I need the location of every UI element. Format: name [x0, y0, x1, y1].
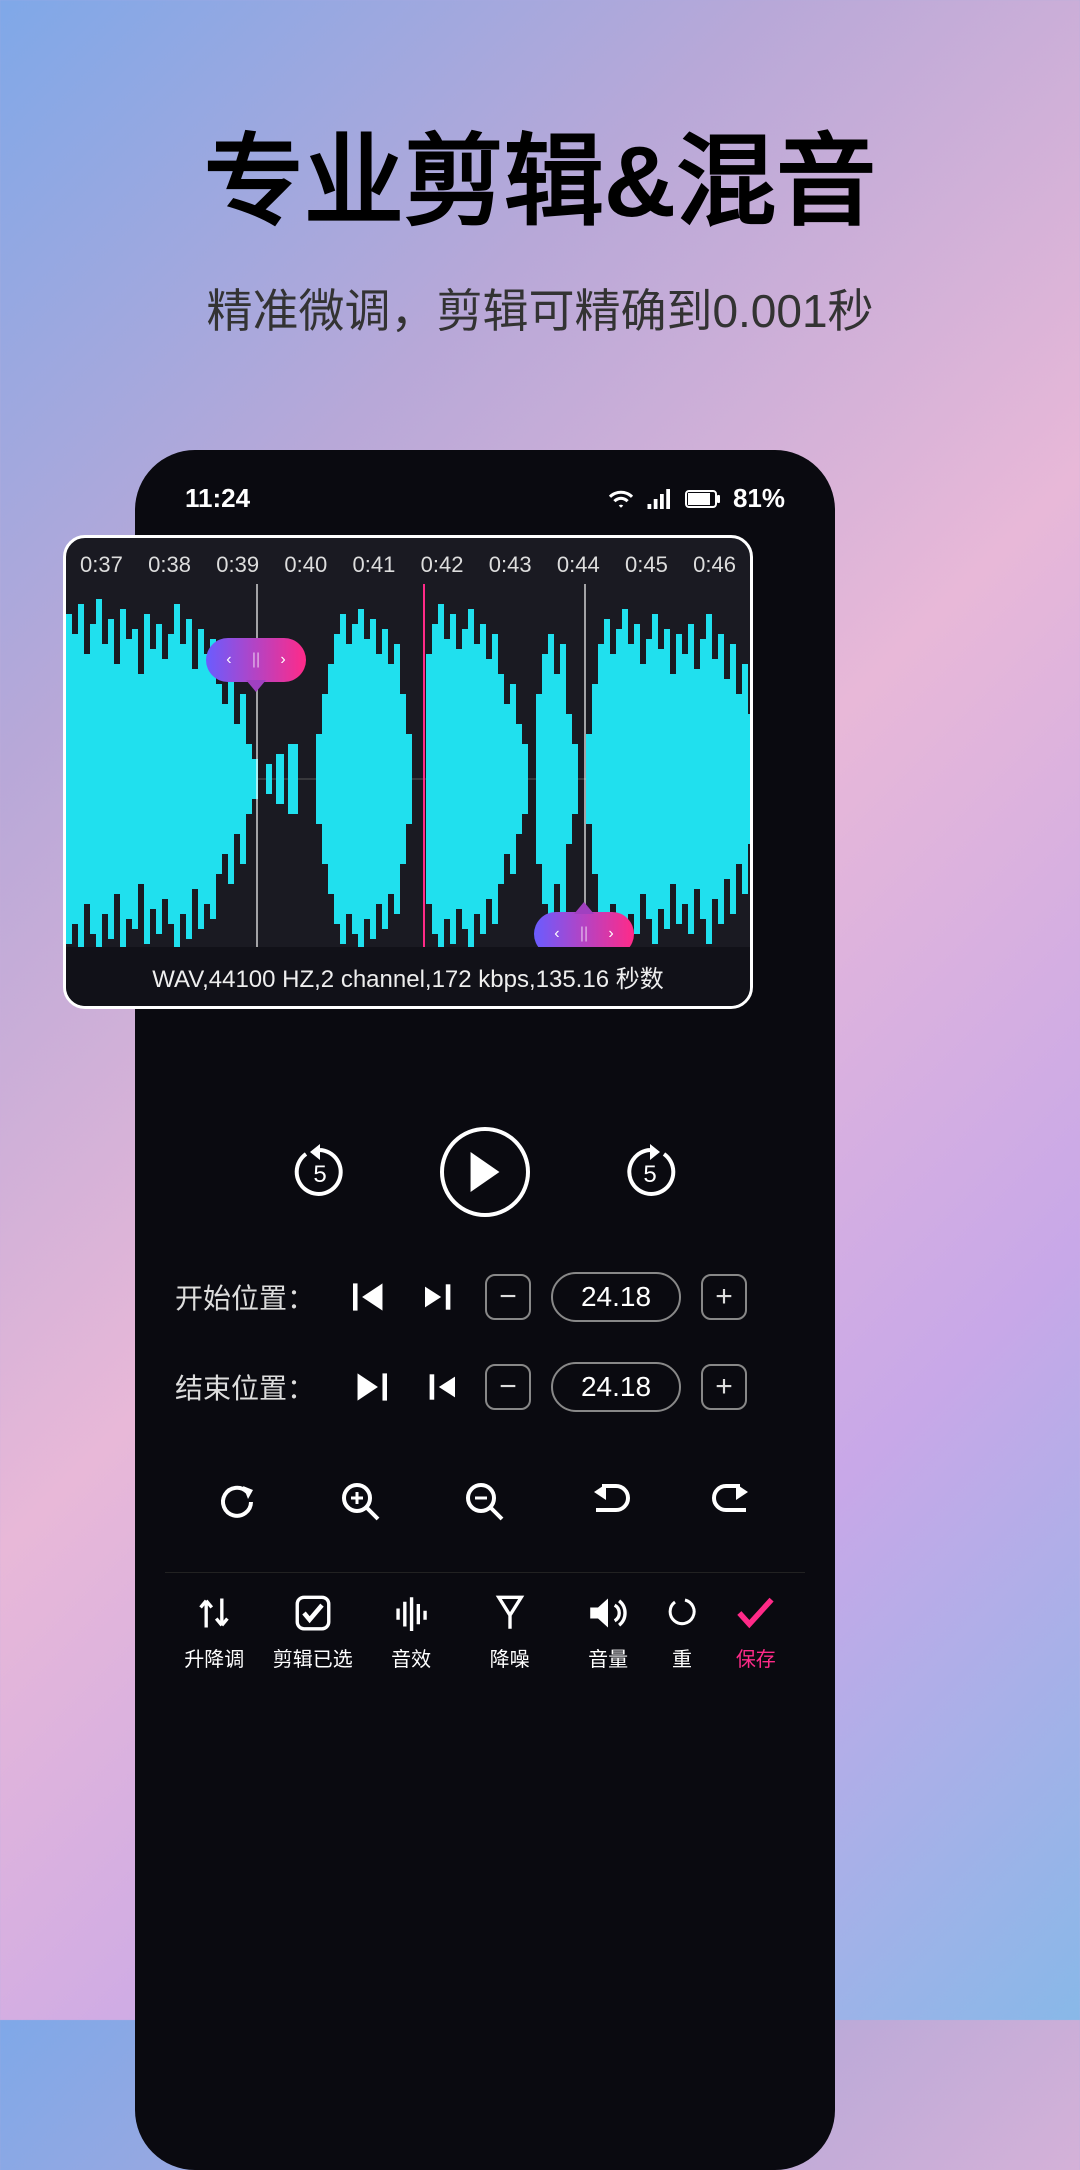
- chevron-right-icon: ›: [280, 651, 285, 669]
- reset-label: 重: [672, 1643, 692, 1672]
- grip-icon: ||: [580, 925, 588, 943]
- rewind-5-button[interactable]: 5: [290, 1142, 350, 1202]
- hero-title: 专业剪辑&混音: [0, 100, 1080, 245]
- end-position-row: 结束位置： − 24.18 +: [165, 1362, 805, 1412]
- playback-controls: 5 5: [165, 1127, 805, 1217]
- status-bar: 11:24 81%: [165, 475, 805, 532]
- selection-start-handle[interactable]: ‹ || ›: [206, 638, 306, 682]
- play-icon: [468, 1152, 502, 1192]
- forward-5-button[interactable]: 5: [620, 1142, 680, 1202]
- ruler-tick: 0:46: [693, 552, 736, 578]
- battery-percent: 81%: [733, 483, 785, 514]
- refresh-button[interactable]: [207, 1472, 267, 1532]
- volume-icon: [588, 1593, 628, 1633]
- wifi-icon: [607, 488, 635, 510]
- fx-button[interactable]: 音效: [362, 1593, 460, 1672]
- trim-label: 剪辑已选: [273, 1643, 353, 1672]
- ruler-tick: 0:38: [148, 552, 191, 578]
- battery-icon: [685, 490, 721, 508]
- start-value[interactable]: 24.18: [551, 1272, 681, 1322]
- ruler-tick: 0:40: [284, 552, 327, 578]
- status-time: 11:24: [185, 483, 250, 514]
- undo-button[interactable]: [579, 1472, 639, 1532]
- waveform-area[interactable]: ‹ || › ‹ || ›: [66, 584, 750, 974]
- ruler-tick: 0:41: [353, 552, 396, 578]
- ruler-tick: 0:37: [80, 552, 123, 578]
- save-label: 保存: [736, 1643, 776, 1672]
- ruler-tick: 0:44: [557, 552, 600, 578]
- redo-button[interactable]: [703, 1472, 763, 1532]
- signal-icon: [647, 489, 673, 509]
- file-info: WAV,44100 HZ,2 channel,172 kbps,135.16 秒…: [66, 947, 750, 1006]
- zoom-in-button[interactable]: [331, 1472, 391, 1532]
- volume-button[interactable]: 音量: [559, 1593, 657, 1672]
- ruler-tick: 0:39: [216, 552, 259, 578]
- grip-icon: ||: [252, 651, 260, 669]
- reset-button[interactable]: 重: [657, 1593, 706, 1672]
- start-decrement-button[interactable]: −: [485, 1274, 531, 1320]
- denoise-icon: [494, 1593, 526, 1633]
- start-position-row: 开始位置： − 24.18 +: [165, 1272, 805, 1322]
- bottom-bar: 升降调 剪辑已选 音效 降噪 音量 重 保存: [165, 1572, 805, 1672]
- step-forward-icon[interactable]: [415, 1284, 465, 1310]
- play-button[interactable]: [440, 1127, 530, 1217]
- chevron-right-icon: ›: [608, 925, 613, 943]
- ruler-tick: 0:43: [489, 552, 532, 578]
- step-back-icon[interactable]: [415, 1374, 465, 1400]
- waveform-panel[interactable]: 0:37 0:38 0:39 0:40 0:41 0:42 0:43 0:44 …: [63, 535, 753, 1009]
- chevron-left-icon: ‹: [226, 651, 231, 669]
- pitch-button[interactable]: 升降调: [165, 1593, 263, 1672]
- denoise-button[interactable]: 降噪: [460, 1593, 558, 1672]
- reset-icon: [667, 1593, 697, 1633]
- skip-end-icon[interactable]: [345, 1373, 395, 1401]
- check-square-icon: [295, 1593, 331, 1633]
- end-increment-button[interactable]: +: [701, 1364, 747, 1410]
- end-position-label: 结束位置：: [175, 1367, 325, 1407]
- trim-button[interactable]: 剪辑已选: [263, 1593, 361, 1672]
- check-icon: [736, 1593, 776, 1633]
- svg-text:5: 5: [643, 1161, 656, 1188]
- denoise-label: 降噪: [490, 1643, 530, 1672]
- end-decrement-button[interactable]: −: [485, 1364, 531, 1410]
- ruler-tick: 0:45: [625, 552, 668, 578]
- equalizer-icon: [393, 1593, 429, 1633]
- waveform-icon: [66, 584, 753, 974]
- fx-label: 音效: [391, 1643, 431, 1672]
- pitch-label: 升降调: [184, 1643, 244, 1672]
- start-increment-button[interactable]: +: [701, 1274, 747, 1320]
- playhead[interactable]: [423, 584, 425, 974]
- end-value[interactable]: 24.18: [551, 1362, 681, 1412]
- time-ruler: 0:37 0:38 0:39 0:40 0:41 0:42 0:43 0:44 …: [66, 538, 750, 584]
- chevron-left-icon: ‹: [554, 925, 559, 943]
- hero-subtitle: 精准微调，剪辑可精确到0.001秒: [0, 275, 1080, 341]
- start-position-label: 开始位置：: [175, 1277, 325, 1317]
- pitch-icon: [197, 1593, 231, 1633]
- zoom-out-button[interactable]: [455, 1472, 515, 1532]
- ruler-tick: 0:42: [421, 552, 464, 578]
- volume-label: 音量: [588, 1643, 628, 1672]
- save-button[interactable]: 保存: [707, 1593, 805, 1672]
- skip-start-icon[interactable]: [345, 1283, 395, 1311]
- svg-text:5: 5: [313, 1161, 326, 1188]
- tool-row: [165, 1472, 805, 1532]
